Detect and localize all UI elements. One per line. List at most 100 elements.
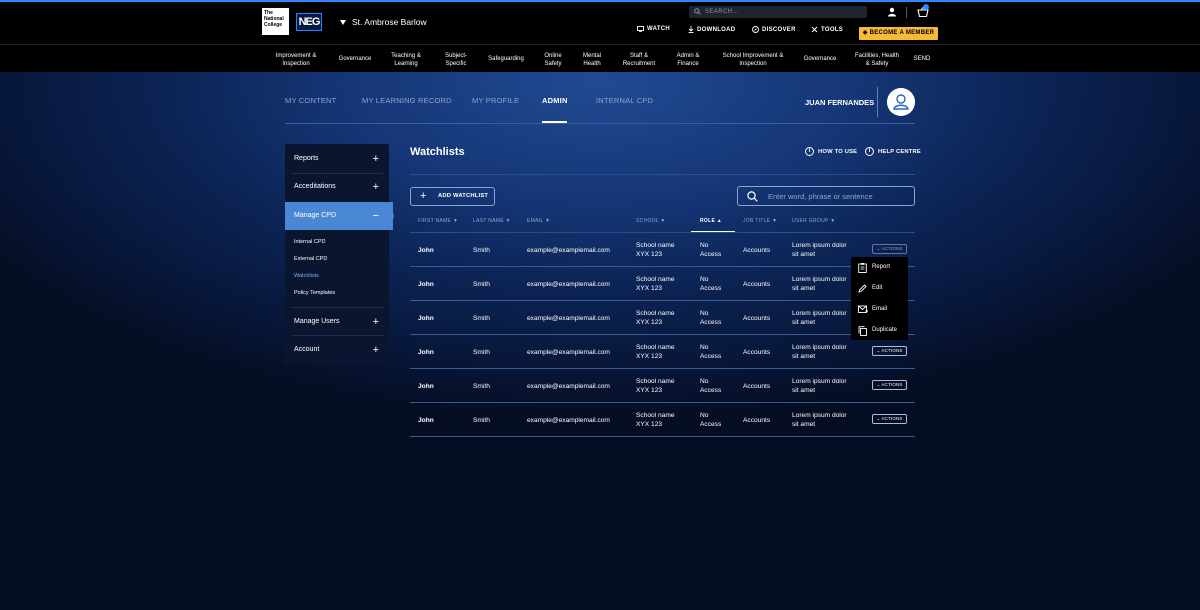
sidebar-item-accreditations[interactable]: Acceditations + xyxy=(285,173,389,201)
cell-first-name: John xyxy=(418,247,434,254)
cell-user-group: Lorem ipsum dolor xyxy=(792,310,847,317)
nav-item[interactable]: Subject- Specific xyxy=(445,52,467,68)
tab-my-profile[interactable]: MY PROFILE xyxy=(472,96,519,105)
discover-link[interactable]: DISCOVER xyxy=(752,26,796,33)
sidebar-item-manage-users[interactable]: Manage Users + xyxy=(285,308,389,336)
column-header-email[interactable]: EMAIL ▼ xyxy=(527,218,550,224)
the-national-college-logo[interactable]: The National College xyxy=(262,8,289,35)
nav-item[interactable]: Staff & Recruitment xyxy=(623,52,655,68)
nav-item[interactable]: Governance xyxy=(804,55,837,63)
avatar-icon[interactable] xyxy=(887,88,915,116)
title-divider xyxy=(410,174,915,175)
add-watchlist-label: ADD WATCHLIST xyxy=(438,193,489,199)
nav-item[interactable]: Improvement & Inspection xyxy=(276,52,317,68)
cell-role-detail: Access xyxy=(700,251,722,258)
cell-school-code: XYX 123 xyxy=(636,353,663,360)
nav-item[interactable]: Governance xyxy=(339,55,372,63)
tab-admin[interactable]: ADMIN xyxy=(542,96,568,105)
column-header-last-name[interactable]: LAST NAME ▼ xyxy=(473,218,511,224)
school-selector[interactable]: St. Ambrose Barlow xyxy=(340,17,427,27)
nav-item[interactable]: Safeguarding xyxy=(488,55,524,63)
cell-user-group-detail: sit amet xyxy=(792,353,816,360)
nav-item[interactable]: Mental Health xyxy=(583,52,601,68)
menu-item-report[interactable]: Report xyxy=(851,257,908,278)
header-divider xyxy=(906,7,907,18)
compass-icon xyxy=(752,26,759,33)
info-icon: i xyxy=(805,147,814,156)
sidebar-item-label: Manage CPD xyxy=(294,212,337,219)
table-row[interactable]: John Smith example@examplemail.com School n… xyxy=(410,267,915,301)
email-icon xyxy=(858,305,868,313)
column-header-user-group[interactable]: USER GROUP ▼ xyxy=(792,218,835,224)
cell-email: example@examplemail.com xyxy=(527,417,610,424)
menu-item-label: Email xyxy=(872,306,888,312)
menu-item-duplicate[interactable]: Duplicate xyxy=(851,320,908,341)
account-icon[interactable] xyxy=(887,7,897,17)
cell-job-title: Accounts xyxy=(743,383,771,390)
become-member-button[interactable]: ◈ BECOME A MEMBER xyxy=(859,27,938,40)
table-row[interactable]: John Smith example@examplemail.com School n… xyxy=(410,301,915,335)
cell-job-title: Accounts xyxy=(743,315,771,322)
table-row[interactable]: John Smith example@examplemail.com School n… xyxy=(410,335,915,369)
sidebar-item-label: Account xyxy=(294,346,320,353)
column-header-role[interactable]: ROLE ▲ xyxy=(700,218,722,224)
column-header-first-name[interactable]: FIRST NAME ▼ xyxy=(418,218,458,224)
cell-school-code: XYX 123 xyxy=(636,319,663,326)
nav-item[interactable]: Facilities, Health & Safety xyxy=(855,52,899,68)
sidebar-sub-external-cpd[interactable]: External CPD xyxy=(294,256,327,262)
table-row[interactable]: John Smith example@examplemail.com School n… xyxy=(410,369,915,403)
plus-icon: + xyxy=(372,316,379,328)
actions-button[interactable]: ⌄ ACTIONS xyxy=(872,380,907,390)
nav-item[interactable]: School Improvement & Inspection xyxy=(723,52,784,68)
nav-item[interactable]: Online Safety xyxy=(544,52,561,68)
cell-email: example@examplemail.com xyxy=(527,315,610,322)
cell-role: No xyxy=(700,276,709,283)
user-name: JUAN FERNANDES xyxy=(805,98,875,107)
menu-item-edit[interactable]: Edit xyxy=(851,278,908,299)
nav-item[interactable]: SEND xyxy=(914,55,931,63)
table-row[interactable]: John Smith example@examplemail.com School n… xyxy=(410,233,915,267)
column-header-school[interactable]: SCHOOL ▼ xyxy=(636,218,666,224)
sidebar-item-account[interactable]: Account + xyxy=(285,336,389,364)
table-row[interactable]: John Smith example@examplemail.com School n… xyxy=(410,403,915,437)
actions-button[interactable]: ⌄ ACTIONS xyxy=(872,346,907,356)
cell-school: School name xyxy=(636,344,675,351)
cell-first-name: John xyxy=(418,281,434,288)
search-placeholder: Enter word, phrase or sentence xyxy=(768,192,873,201)
cell-school: School name xyxy=(636,412,675,419)
sidebar-sub-internal-cpd[interactable]: Internal CPD xyxy=(294,239,326,245)
cell-school: School name xyxy=(636,276,675,283)
cell-job-title: Accounts xyxy=(743,417,771,424)
tab-my-learning-record[interactable]: MY LEARNING RECORD xyxy=(362,96,452,105)
cell-user-group-detail: sit amet xyxy=(792,387,816,394)
header-search-input[interactable]: SEARCH... xyxy=(689,6,867,18)
menu-item-label: Report xyxy=(872,264,891,270)
help-centre-link[interactable]: i HELP CENTRE xyxy=(865,147,921,156)
tools-label: TOOLS xyxy=(821,26,844,33)
cell-school-code: XYX 123 xyxy=(636,251,663,258)
neg-logo[interactable]: NEG xyxy=(296,13,322,31)
add-watchlist-button[interactable]: + ADD WATCHLIST xyxy=(410,187,495,206)
nav-item[interactable]: Admin & Finance xyxy=(677,52,700,68)
tab-internal-cpd[interactable]: INTERNAL CPD xyxy=(596,96,653,105)
tools-link[interactable]: TOOLS xyxy=(811,26,843,33)
watchlist-search-input[interactable]: Enter word, phrase or sentence xyxy=(737,186,915,206)
cell-school: School name xyxy=(636,310,675,317)
actions-button[interactable]: ⌄ ACTIONS xyxy=(872,244,907,254)
nav-item[interactable]: Teaching & Learning xyxy=(391,52,421,68)
actions-button[interactable]: ⌄ ACTIONS xyxy=(872,414,907,424)
tab-my-content[interactable]: MY CONTENT xyxy=(285,96,336,105)
cell-role-detail: Access xyxy=(700,319,722,326)
cell-last-name: Smith xyxy=(473,383,490,390)
discover-label: DISCOVER xyxy=(762,26,796,33)
sidebar-sub-watchlists[interactable]: Watchlists xyxy=(294,273,319,279)
download-link[interactable]: DOWNLOAD xyxy=(688,26,735,33)
sidebar-item-reports[interactable]: Reports + xyxy=(285,145,389,173)
cell-role-detail: Access xyxy=(700,285,722,292)
watch-link[interactable]: WATCH xyxy=(637,26,670,32)
sidebar-item-manage-cpd[interactable]: Manage CPD − xyxy=(285,202,393,230)
column-header-job-title[interactable]: JOB TITLE ▼ xyxy=(743,218,777,224)
sidebar-sub-policy-templates[interactable]: Policy Templates xyxy=(294,290,335,296)
how-to-use-link[interactable]: i HOW TO USE xyxy=(805,147,857,156)
menu-item-email[interactable]: Email xyxy=(851,299,908,320)
